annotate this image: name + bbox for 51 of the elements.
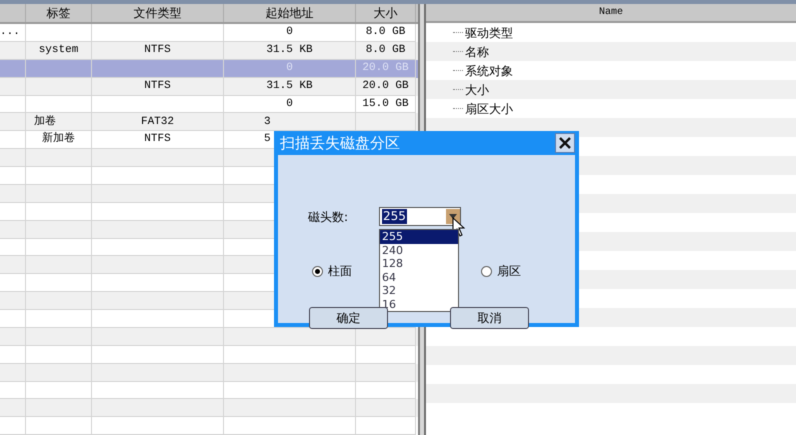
column-header[interactable]: 文件类型	[92, 4, 224, 22]
table-cell-text: 加卷	[34, 114, 56, 130]
tree-item[interactable]: 系统对象	[465, 62, 513, 80]
heads-dropdown[interactable]: 255	[379, 207, 461, 226]
dialog-button[interactable]: 取消	[450, 307, 529, 329]
radio-button[interactable]	[312, 266, 323, 276]
radio-label: 扇区	[497, 263, 521, 280]
column-header[interactable]: 大小	[356, 4, 416, 22]
table-cell-text: 20.0 GB	[362, 78, 409, 94]
table-cell-text: 15.0 GB	[362, 96, 409, 112]
close-icon	[559, 137, 571, 149]
table-cell-text: NTFS	[144, 78, 171, 94]
radio-label: 柱面	[328, 263, 352, 280]
table-cell-text: 31.5 KB	[266, 78, 313, 94]
table-cell-text: 31.5 KB	[266, 43, 313, 58]
tree-item[interactable]: 大小	[465, 80, 489, 98]
dropdown-value: 255	[382, 209, 407, 224]
table-cell-text: FAT32	[140, 114, 174, 130]
dropdown-option[interactable]: 32	[380, 284, 458, 298]
column-header[interactable]: 起始地址	[224, 4, 356, 22]
table-cell-text: 3	[264, 114, 271, 130]
dropdown-option[interactable]: 240	[380, 244, 458, 257]
dialog-button[interactable]: 确定	[309, 307, 388, 329]
tree-item[interactable]: 驱动类型	[465, 24, 513, 42]
table-cell-text: 0	[286, 60, 293, 76]
column-header[interactable]: Name	[426, 4, 796, 23]
table-cell-text: NTFS	[144, 132, 171, 148]
table-cell-text: 0	[286, 96, 293, 112]
table-row[interactable]: system NTFS 31.5 KB 8.0 GB	[0, 42, 418, 60]
column-header[interactable]: 标签	[26, 4, 92, 22]
table-cell-text: 新加卷	[42, 131, 75, 148]
radio-button[interactable]	[481, 266, 492, 276]
table-cell-text: 0	[286, 25, 293, 40]
table-cell-text: ...	[0, 25, 20, 40]
table-cell-text: 20.0 GB	[362, 60, 409, 76]
close-button[interactable]	[555, 133, 575, 153]
table-row[interactable]: ... 0 8.0 GB	[0, 24, 418, 42]
table-cell-text: NTFS	[144, 43, 171, 58]
table-row[interactable]: 0 15.0 GB	[0, 96, 418, 114]
dropdown-option[interactable]: 64	[380, 270, 458, 284]
table-row[interactable]: NTFS 31.5 KB 20.0 GB	[0, 78, 418, 96]
table-row[interactable]: 加卷 FAT32 3	[0, 113, 418, 132]
table-cell-text: system	[38, 43, 78, 58]
table-cell-text: 8.0 GB	[366, 43, 406, 58]
tree-item[interactable]: 名称	[465, 42, 489, 60]
dropdown-option[interactable]: 128	[380, 257, 458, 270]
dropdown-option[interactable]: 255	[380, 230, 458, 244]
table-cell-text: 8.0 GB	[366, 25, 406, 40]
table-cell-text: 5	[264, 132, 271, 148]
tree-item[interactable]: 扇区大小	[465, 100, 513, 118]
field-label: 磁头数:	[308, 209, 348, 226]
